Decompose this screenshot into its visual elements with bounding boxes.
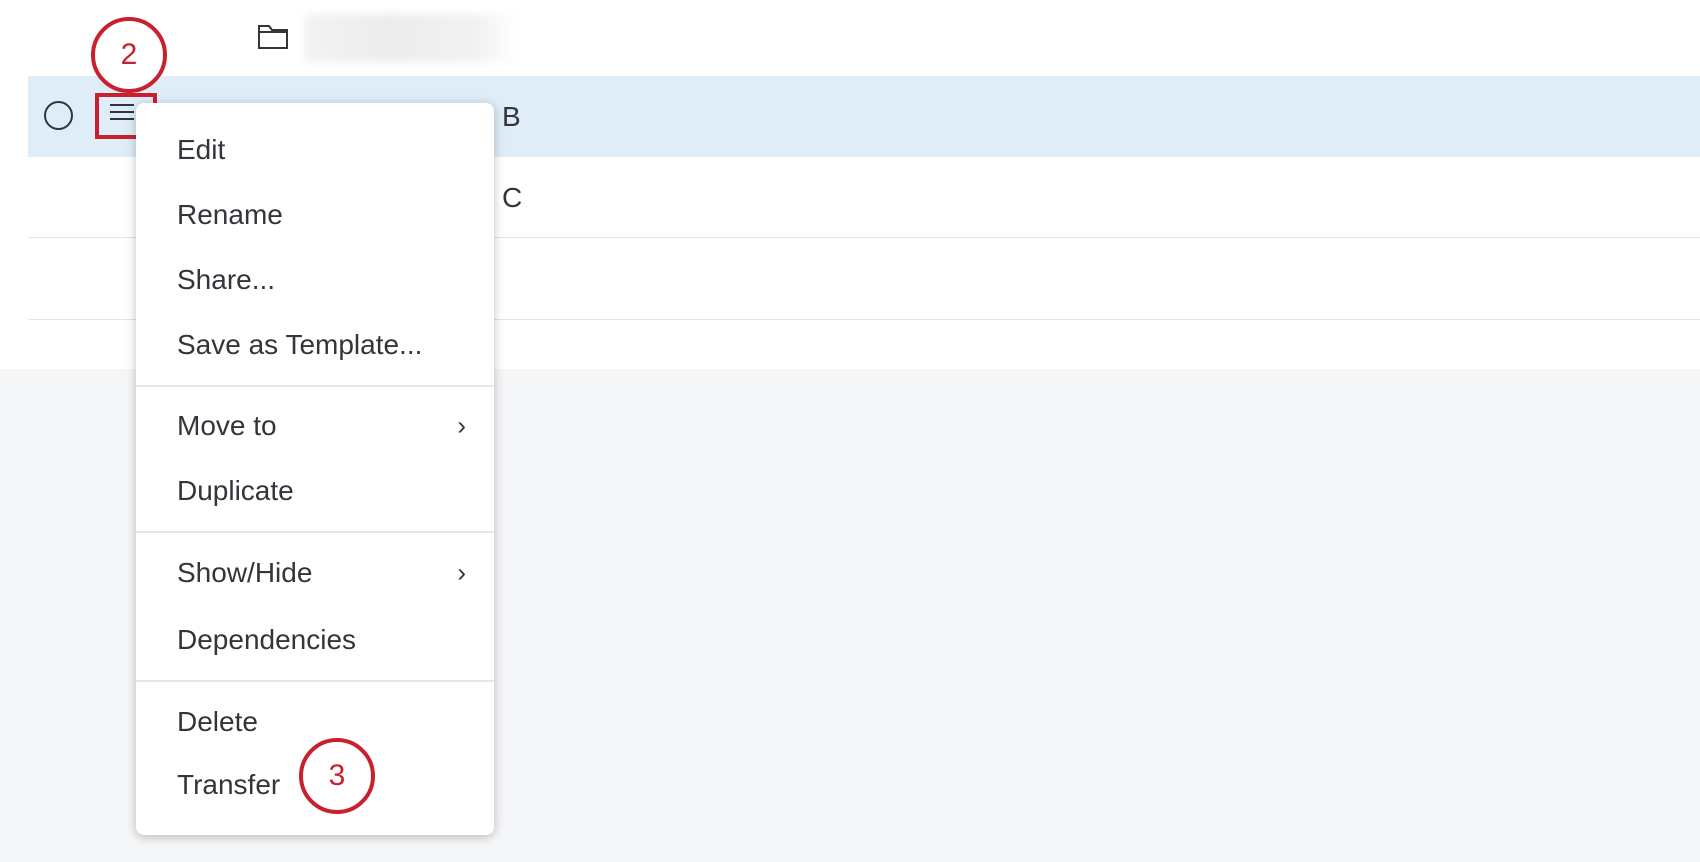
menu-item-label: Show/Hide xyxy=(177,557,313,588)
chevron-right-icon: › xyxy=(457,557,466,588)
menu-item-label: Move to xyxy=(177,410,277,441)
chevron-right-icon: › xyxy=(457,410,466,441)
step-callout-2: 2 xyxy=(91,17,167,93)
step-callout-3: 3 xyxy=(299,738,375,814)
menu-divider xyxy=(136,531,494,533)
context-menu: Edit Rename Share... Save as Template...… xyxy=(136,103,494,835)
row-value: C xyxy=(502,182,523,213)
menu-item-share[interactable]: Share... xyxy=(177,264,494,296)
menu-item-duplicate[interactable]: Duplicate xyxy=(177,475,494,507)
row-value: B xyxy=(502,101,521,132)
menu-item-move-to[interactable]: Move to › xyxy=(177,410,494,442)
menu-divider xyxy=(136,385,494,387)
menu-item-delete[interactable]: Delete xyxy=(177,706,494,738)
menu-item-save-as-template[interactable]: Save as Template... xyxy=(177,329,494,361)
menu-item-edit[interactable]: Edit xyxy=(177,134,494,166)
menu-item-rename[interactable]: Rename xyxy=(177,199,494,231)
menu-item-dependencies[interactable]: Dependencies xyxy=(177,624,494,656)
blurred-folder-name xyxy=(304,14,520,62)
folder-icon xyxy=(258,25,288,49)
menu-divider xyxy=(136,680,494,682)
row-radio-button[interactable] xyxy=(44,101,73,130)
menu-item-show-hide[interactable]: Show/Hide › xyxy=(177,557,494,589)
